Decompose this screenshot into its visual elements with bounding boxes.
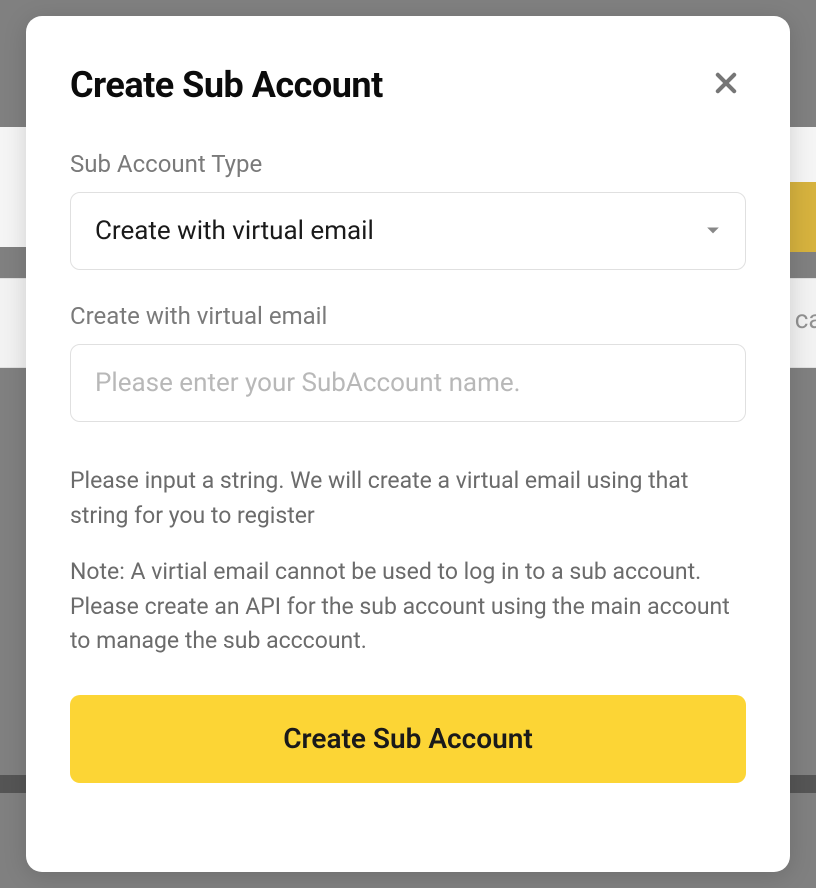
- subaccount-name-input[interactable]: [70, 344, 746, 422]
- modal-header: Create Sub Account: [70, 64, 746, 106]
- close-button[interactable]: [706, 65, 746, 105]
- note-text: Note: A virtial email cannot be used to …: [70, 555, 746, 659]
- create-sub-account-button[interactable]: Create Sub Account: [70, 695, 746, 783]
- close-icon: [712, 69, 740, 101]
- account-type-select[interactable]: Create with virtual email: [70, 192, 746, 270]
- modal-title: Create Sub Account: [70, 64, 383, 106]
- account-type-group: Sub Account Type Create with virtual ema…: [70, 150, 746, 270]
- account-type-selected-value: Create with virtual email: [95, 216, 374, 246]
- account-type-select-wrapper: Create with virtual email: [70, 192, 746, 270]
- help-text: Please input a string. We will create a …: [70, 464, 746, 533]
- subaccount-name-label: Create with virtual email: [70, 302, 746, 330]
- backdrop-text-fragment: cat: [795, 305, 816, 335]
- account-type-label: Sub Account Type: [70, 150, 746, 178]
- subaccount-name-group: Create with virtual email: [70, 302, 746, 422]
- create-sub-account-modal: Create Sub Account Sub Account Type Crea…: [26, 16, 790, 872]
